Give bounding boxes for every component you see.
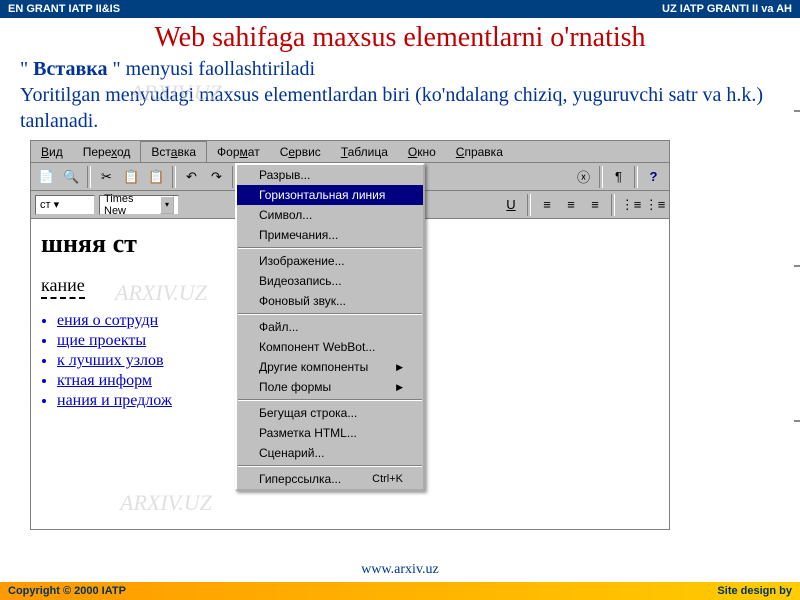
menu-item-label: Изображение...	[259, 254, 345, 268]
menu-window[interactable]: Окно	[398, 142, 446, 162]
subtitle-line2: Yoritilgan menyudagi maxsus elementlarda…	[20, 84, 763, 132]
preview-icon[interactable]: 🔍	[60, 166, 83, 188]
separator	[527, 194, 531, 216]
copy-icon[interactable]: 📋	[120, 166, 143, 188]
menu-item-label: Разметка HTML...	[259, 426, 357, 440]
menu-item[interactable]: Компонент WebBot...	[237, 337, 423, 357]
menu-item-label: Поле формы	[259, 380, 331, 394]
bottom-bar: Copyright © 2000 IATP Site design by	[0, 582, 800, 600]
cut-icon[interactable]: ✂	[95, 166, 118, 188]
chevron-right-icon: ▶	[396, 382, 403, 393]
menu-item-label: Видеозапись...	[259, 274, 342, 288]
menu-item[interactable]: Горизонтальная линия	[237, 185, 423, 205]
separator	[599, 166, 603, 188]
paste-icon[interactable]: 📋	[145, 166, 168, 188]
site-design: Site design by	[717, 585, 792, 597]
font-combo[interactable]: Times New▾	[99, 195, 179, 215]
numbered-list-icon[interactable]: ⋮≡	[621, 195, 641, 215]
menu-separator	[238, 399, 422, 401]
copyright: Copyright © 2000 IATP	[8, 585, 126, 597]
paragraph-icon[interactable]: ¶	[607, 166, 630, 188]
menu-item[interactable]: Сценарий...	[237, 443, 423, 463]
align-center-icon[interactable]: ≡	[561, 195, 581, 215]
menu-help[interactable]: Справка	[446, 142, 513, 162]
tick	[794, 265, 800, 267]
menu-item[interactable]: Гиперссылка... Ctrl+K	[237, 469, 423, 489]
menu-item-label: Сценарий...	[259, 446, 324, 460]
menu-item[interactable]: Другие компоненты ▶	[237, 357, 423, 377]
page-title: Web sahifaga maxsus elementlarni o'rnati…	[0, 18, 800, 56]
menu-item[interactable]: Примечания...	[237, 225, 423, 245]
separator	[172, 166, 176, 188]
insert-dropdown: Разрыв... Горизонтальная линия Символ... Пр…	[235, 163, 425, 491]
underline-icon[interactable]: U	[501, 195, 521, 215]
tick	[794, 420, 800, 422]
separator	[87, 166, 91, 188]
stop-icon[interactable]: ⓧ	[572, 166, 595, 188]
menu-item-label: Горизонтальная линия	[259, 188, 385, 202]
menu-separator	[238, 247, 422, 249]
style-combo[interactable]: ст ▾	[35, 195, 95, 215]
shortcut-label: Ctrl+K	[372, 473, 403, 485]
top-bar: EN GRANT IATP II&IS UZ IATP GRANTI II va…	[0, 0, 800, 18]
bullet-list-icon[interactable]: ⋮≡	[645, 195, 665, 215]
app-screenshot: Вид Переход Вставка Формат Сервис Таблиц…	[30, 140, 670, 530]
undo-icon[interactable]: ↶	[180, 166, 203, 188]
print-icon[interactable]: 📄	[35, 166, 58, 188]
url-text: www.arxiv.uz	[361, 562, 439, 578]
menu-item[interactable]: Поле формы ▶	[237, 377, 423, 397]
menu-item-label: Компонент WebBot...	[259, 340, 375, 354]
insert-word: Вставка	[33, 58, 107, 80]
redo-icon[interactable]: ↷	[205, 166, 228, 188]
separator	[634, 166, 638, 188]
menu-item-label: Гиперссылка...	[259, 472, 341, 486]
menu-item[interactable]: Файл...	[237, 317, 423, 337]
menu-table[interactable]: Таблица	[331, 142, 398, 162]
menu-item[interactable]: Видеозапись...	[237, 271, 423, 291]
menu-item-label: Другие компоненты	[259, 360, 368, 374]
subtitle: " Вставка " menyusi faollashtiriladi Yor…	[0, 56, 800, 134]
menu-item-label: Файл...	[259, 320, 299, 334]
menubar: Вид Переход Вставка Формат Сервис Таблиц…	[31, 141, 669, 163]
menu-item[interactable]: Разрыв...	[237, 165, 423, 185]
menu-separator	[238, 465, 422, 467]
separator	[611, 194, 615, 216]
top-bar-right: UZ IATP GRANTI II va AH	[662, 3, 792, 15]
menu-tools[interactable]: Сервис	[270, 142, 331, 162]
subtitle-prefix: "	[20, 58, 33, 80]
help-icon[interactable]: ?	[642, 166, 665, 188]
tick	[794, 110, 800, 112]
menu-item-label: Разрыв...	[259, 168, 310, 182]
align-right-icon[interactable]: ≡	[585, 195, 605, 215]
menu-goto[interactable]: Переход	[73, 142, 141, 162]
top-bar-left: EN GRANT IATP II&IS	[8, 3, 120, 15]
menu-item[interactable]: Фоновый звук...	[237, 291, 423, 311]
menu-item-label: Бегущая строка...	[259, 406, 357, 420]
menu-item[interactable]: Бегущая строка...	[237, 403, 423, 423]
align-left-icon[interactable]: ≡	[537, 195, 557, 215]
menu-insert[interactable]: Вставка	[140, 141, 207, 162]
menu-item[interactable]: Символ...	[237, 205, 423, 225]
menu-view[interactable]: Вид	[31, 142, 73, 162]
menu-separator	[238, 313, 422, 315]
menu-item-label: Символ...	[259, 208, 312, 222]
page-subheading: кание	[41, 275, 85, 299]
menu-item[interactable]: Изображение...	[237, 251, 423, 271]
menu-item[interactable]: Разметка HTML...	[237, 423, 423, 443]
chevron-right-icon: ▶	[396, 362, 403, 373]
menu-format[interactable]: Формат	[207, 142, 270, 162]
subtitle-rest1: " menyusi faollashtiriladi	[107, 58, 315, 80]
menu-item-label: Примечания...	[259, 228, 338, 242]
menu-item-label: Фоновый звук...	[259, 294, 346, 308]
